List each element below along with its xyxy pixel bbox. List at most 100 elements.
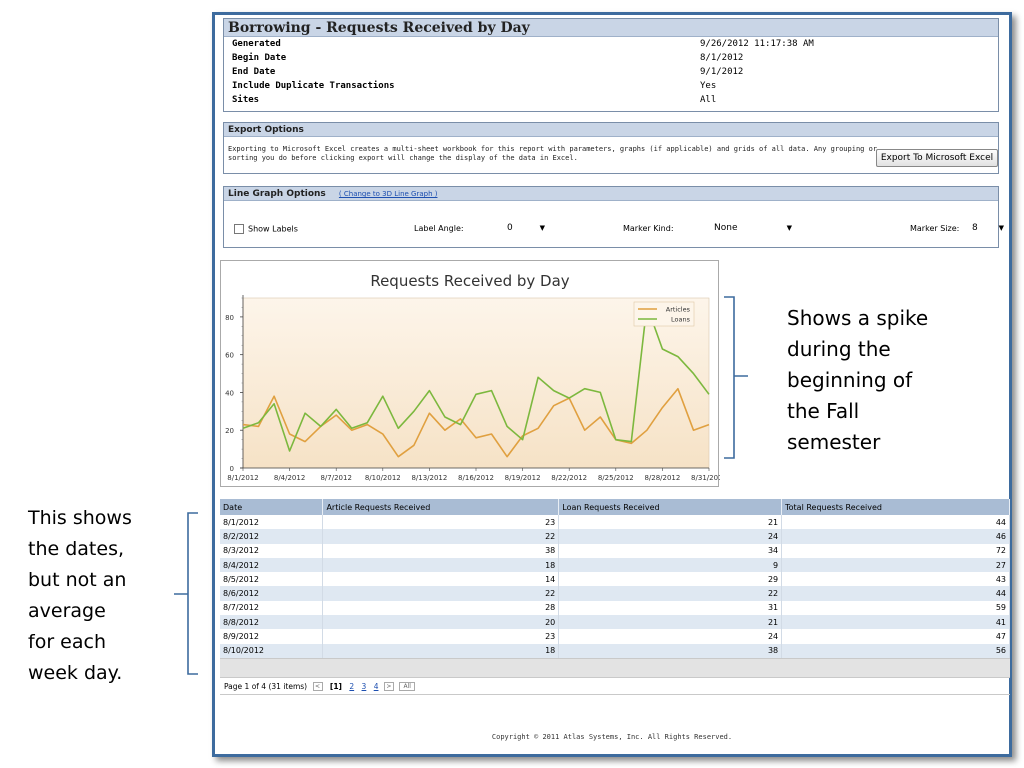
table-row: 8/9/2012 23 24 47 bbox=[220, 629, 1010, 644]
label-angle-select[interactable]: 0 ▼ bbox=[507, 221, 545, 235]
pager-next-button[interactable]: > bbox=[383, 682, 394, 692]
grid-header-row: Date Article Requests Received Loan Reques… bbox=[220, 499, 1010, 515]
x-tick-label: 8/13/2012 bbox=[411, 474, 447, 482]
date-cell: 8/1/2012 bbox=[220, 515, 324, 530]
y-tick-label: 20 bbox=[225, 427, 234, 435]
value-cell: 23 bbox=[322, 515, 560, 530]
marker-size-select[interactable]: 8 ▼ bbox=[972, 221, 1004, 235]
value-cell: 38 bbox=[322, 543, 560, 558]
chevron-down-icon: ▼ bbox=[998, 224, 1004, 232]
parameter-row: Sites All bbox=[224, 93, 998, 107]
show-labels-checkbox[interactable] bbox=[234, 224, 244, 234]
label-angle-value: 0 bbox=[507, 223, 513, 233]
legend-label: Loans bbox=[671, 316, 691, 324]
export-description: Exporting to Microsoft Excel creates a m… bbox=[228, 145, 878, 162]
annotation-line: This shows bbox=[28, 507, 132, 529]
value-cell: 23 bbox=[322, 629, 560, 644]
annotation-line: week day. bbox=[28, 662, 123, 684]
copyright-text: Copyright © 2011 Atlas Systems, Inc. All… bbox=[491, 733, 733, 741]
show-labels-option[interactable]: Show Labels bbox=[234, 224, 298, 234]
date-cell: 8/7/2012 bbox=[220, 600, 324, 616]
parameter-row: Generated 9/26/2012 11:17:38 AM bbox=[224, 37, 998, 51]
value-cell: 29 bbox=[558, 572, 783, 587]
value-cell: 28 bbox=[322, 600, 560, 616]
show-labels-label: Show Labels bbox=[248, 224, 298, 234]
date-cell: 8/10/2012 bbox=[220, 643, 324, 658]
annotation-line: during the bbox=[787, 337, 891, 361]
report-title: Borrowing - Requests Received by Day bbox=[224, 19, 998, 37]
annotation-line: the dates, bbox=[28, 538, 125, 560]
y-tick-label: 40 bbox=[225, 389, 234, 397]
line-chart: Requests Received by Day 0 20 40 60 80 8/1/201… bbox=[220, 260, 720, 487]
value-cell: 14 bbox=[322, 572, 560, 587]
grid-column-header[interactable]: Date bbox=[220, 499, 324, 515]
value-cell: 18 bbox=[322, 643, 560, 658]
value-cell: 72 bbox=[781, 543, 1010, 558]
grid-column-header[interactable]: Loan Requests Received bbox=[558, 499, 783, 515]
change-3d-graph-link[interactable]: ( Change to 3D Line Graph ) bbox=[339, 190, 438, 198]
value-cell: 43 bbox=[781, 572, 1010, 587]
value-cell: 22 bbox=[558, 586, 783, 601]
value-cell: 9 bbox=[558, 557, 783, 573]
pager: Page 1 of 4 (31 items) < [1] 2 3 4 > All bbox=[220, 676, 1010, 695]
parameter-label: End Date bbox=[232, 67, 276, 77]
date-cell: 8/9/2012 bbox=[220, 629, 324, 644]
parameter-value: All bbox=[700, 95, 717, 105]
report-header-panel: Borrowing - Requests Received by Day Gen… bbox=[223, 18, 999, 112]
marker-kind-select[interactable]: None ▼ bbox=[714, 221, 792, 235]
value-cell: 27 bbox=[781, 557, 1010, 573]
line-graph-options-panel: Line Graph Options ( Change to 3D Line G… bbox=[223, 186, 1004, 248]
date-cell: 8/8/2012 bbox=[220, 615, 324, 630]
pager-page-4[interactable]: 4 bbox=[374, 682, 379, 691]
value-cell: 59 bbox=[781, 600, 1010, 616]
grid-column-header[interactable]: Article Requests Received bbox=[322, 499, 560, 515]
export-options-title: Export Options bbox=[224, 123, 998, 137]
table-row: 8/6/2012 22 22 44 bbox=[220, 586, 1010, 601]
value-cell: 22 bbox=[322, 529, 560, 544]
x-tick-label: 8/1/2012 bbox=[227, 474, 258, 482]
chevron-down-icon: ▼ bbox=[786, 224, 792, 232]
marker-size-label: Marker Size: bbox=[910, 224, 960, 233]
annotation-spike: Shows a spike during the beginning of the F… bbox=[787, 303, 928, 458]
pager-page-2[interactable]: 2 bbox=[349, 682, 354, 691]
label-angle-label: Label Angle: bbox=[414, 224, 464, 233]
value-cell: 31 bbox=[558, 600, 783, 616]
x-tick-label: 8/31/2012 bbox=[691, 474, 720, 482]
y-tick-label: 60 bbox=[225, 352, 234, 360]
parameter-label: Begin Date bbox=[232, 53, 287, 63]
date-cell: 8/5/2012 bbox=[220, 572, 324, 587]
date-cell: 8/4/2012 bbox=[220, 557, 324, 573]
marker-size-value: 8 bbox=[972, 223, 978, 233]
parameter-label: Include Duplicate Transactions bbox=[232, 81, 395, 91]
annotation-line: but not an bbox=[28, 569, 127, 591]
pager-all-button[interactable]: All bbox=[399, 682, 416, 692]
x-tick-label: 8/25/2012 bbox=[598, 474, 634, 482]
x-tick-label: 8/19/2012 bbox=[505, 474, 541, 482]
value-cell: 20 bbox=[322, 615, 560, 630]
grid-column-header[interactable]: Total Requests Received bbox=[781, 499, 1010, 515]
value-cell: 41 bbox=[781, 615, 1010, 630]
annotation-line: semester bbox=[787, 430, 881, 454]
value-cell: 21 bbox=[558, 615, 783, 630]
value-cell: 24 bbox=[558, 529, 783, 544]
marker-kind-value: None bbox=[714, 223, 738, 233]
parameter-row: Begin Date 8/1/2012 bbox=[224, 51, 998, 65]
export-excel-button[interactable]: Export To Microsoft Excel bbox=[876, 149, 998, 167]
chart-title: Requests Received by Day bbox=[370, 272, 569, 290]
parameter-value: 8/1/2012 bbox=[700, 53, 744, 63]
chevron-down-icon: ▼ bbox=[539, 224, 545, 232]
value-cell: 34 bbox=[558, 543, 783, 558]
chart-svg: Requests Received by Day 0 20 40 60 80 8/1/201… bbox=[225, 272, 720, 482]
parameter-row: End Date 9/1/2012 bbox=[224, 65, 998, 79]
parameter-value: Yes bbox=[700, 81, 717, 91]
pager-prev-button[interactable]: < bbox=[312, 682, 323, 692]
left-bracket bbox=[174, 512, 198, 675]
parameter-list: Generated 9/26/2012 11:17:38 AM Begin Date… bbox=[224, 37, 998, 107]
pager-page-3[interactable]: 3 bbox=[362, 682, 367, 691]
table-row: 8/2/2012 22 24 46 bbox=[220, 529, 1010, 544]
parameter-value: 9/26/2012 11:17:38 AM bbox=[700, 39, 814, 49]
table-row: 8/3/2012 38 34 72 bbox=[220, 543, 1010, 558]
value-cell: 38 bbox=[558, 643, 783, 658]
y-tick-label: 0 bbox=[230, 465, 234, 473]
graph-options-title: Line Graph Options ( Change to 3D Line G… bbox=[224, 187, 998, 201]
